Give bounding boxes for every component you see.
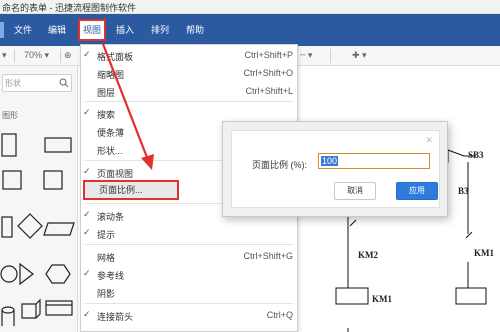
menu-item-label: 滚动条: [97, 212, 125, 222]
circuit-label-km1: KM1: [474, 248, 494, 258]
menu-item-layers[interactable]: 图层 Ctrl+Shift+L: [81, 83, 297, 99]
menu-edit[interactable]: 编辑: [48, 23, 66, 37]
menu-item-label: 参考线: [97, 271, 125, 281]
menu-item-label: 阴影: [97, 289, 116, 299]
dialog-body: ✕ 页面比例 (%): 100 取消 应用: [231, 130, 440, 208]
line-style-icon[interactable]: ╌ ▾: [300, 50, 312, 61]
relay-coil-km1[interactable]: [335, 287, 369, 305]
shape-circle[interactable]: [0, 265, 18, 283]
circuit-label-km2: KM2: [358, 250, 378, 260]
menu-item-label: 格式面板: [97, 52, 134, 62]
search-icon: [59, 78, 69, 88]
menu-item-format-panel[interactable]: ✓ 格式面板 Ctrl+Shift+P: [81, 47, 297, 63]
shape-rectangle[interactable]: [1, 133, 17, 157]
menu-item-guides[interactable]: ✓ 参考线: [81, 266, 297, 282]
circuit-label-km1-coil: KM1: [372, 294, 392, 304]
page-scale-value: 100: [321, 156, 339, 166]
menu-help[interactable]: 帮助: [186, 23, 204, 37]
cancel-button[interactable]: 取消: [334, 182, 376, 200]
menu-item-label: 搜索: [97, 110, 116, 120]
shape-document[interactable]: [45, 300, 73, 316]
menu-item-shadow[interactable]: 阴影: [81, 284, 297, 300]
menu-item-label: 页面视图: [97, 169, 134, 179]
menu-item-label: 页面比例...: [99, 185, 143, 195]
menu-item-label: 图层: [97, 88, 116, 98]
check-icon: ✓: [83, 309, 91, 319]
menu-bar: 文件 编辑 视图 插入 排列 帮助: [0, 14, 500, 46]
shape-cube[interactable]: [21, 298, 41, 319]
page-scale-label: 页面比例 (%):: [252, 160, 307, 170]
title-bar: 命名的表单 - 迅捷流程图制作软件: [0, 0, 500, 14]
menu-item-tooltips[interactable]: ✓ 提示: [81, 225, 297, 241]
menu-item-shortcut: Ctrl+Shift+L: [245, 86, 293, 96]
shape-square[interactable]: [2, 170, 22, 190]
close-icon[interactable]: ✕: [425, 135, 433, 146]
circuit-label-b3: B3: [458, 186, 469, 196]
menu-divider: [85, 101, 293, 102]
relay-coil[interactable]: [455, 287, 487, 305]
menu-item-label: 连接箭头: [97, 312, 134, 322]
shape-square[interactable]: [43, 170, 63, 190]
menu-item-connection-arrows[interactable]: ✓ 连接箭头 Ctrl+Q: [81, 307, 297, 323]
shape-rectangle[interactable]: [1, 216, 13, 238]
window-title: 命名的表单 - 迅捷流程图制作软件: [2, 3, 136, 13]
add-icon[interactable]: ✚ ▾: [352, 50, 367, 61]
check-icon: ✓: [83, 268, 91, 278]
shape-rectangle-wide[interactable]: [44, 137, 72, 153]
shape-panel: 形状 图形: [0, 66, 78, 332]
toolbar-divider: [330, 49, 331, 63]
zoom-in-icon[interactable]: ⊕: [64, 50, 72, 61]
apply-button[interactable]: 应用: [396, 182, 438, 200]
menu-item-search[interactable]: ✓ 搜索: [81, 105, 297, 121]
shape-triangle[interactable]: [19, 262, 34, 286]
shape-parallelogram[interactable]: [43, 222, 75, 236]
menu-divider: [85, 244, 293, 245]
menu-item-label: 提示: [97, 230, 116, 240]
zoom-select[interactable]: 70% ▾: [24, 50, 49, 61]
menu-arrange[interactable]: 排列: [151, 23, 169, 37]
menu-item-shortcut: Ctrl+Q: [266, 310, 293, 320]
search-placeholder: 形状: [5, 79, 21, 88]
page-view-icon[interactable]: ▾: [2, 50, 7, 61]
menu-view[interactable]: 视图: [78, 19, 107, 41]
menu-item-label: 网格: [97, 253, 116, 263]
menu-item-shortcut: Ctrl+Shift+G: [243, 251, 293, 261]
shape-gallery: [0, 126, 78, 332]
check-icon: ✓: [83, 227, 91, 237]
menu-item-grid[interactable]: 网格 Ctrl+Shift+G: [81, 248, 297, 264]
menu-item-shortcut: Ctrl+Shift+P: [244, 50, 293, 60]
page-scale-dialog: ✕ 页面比例 (%): 100 取消 应用: [222, 121, 448, 217]
shape-category-title: 图形: [2, 111, 18, 120]
menu-item-label: 形状...: [97, 146, 123, 156]
shape-diamond[interactable]: [17, 213, 43, 239]
menu-item-thumbnail[interactable]: 缩略图 Ctrl+Shift+O: [81, 65, 297, 81]
circuit-label-sb3: SB3: [468, 150, 484, 160]
toolbar-divider: [60, 49, 61, 63]
menu-item-page-scale[interactable]: 页面比例...: [83, 180, 179, 200]
zoom-value: 70%: [24, 50, 43, 60]
check-icon: ✓: [83, 166, 91, 176]
menu-divider: [85, 303, 293, 304]
menu-file[interactable]: 文件: [14, 23, 32, 37]
shape-hexagon[interactable]: [45, 264, 71, 284]
check-icon: ✓: [83, 107, 91, 117]
toolbar-divider: [14, 49, 15, 63]
check-icon: ✓: [83, 209, 91, 219]
menu-item-label: 便条薄: [97, 128, 125, 138]
check-icon: ✓: [83, 49, 91, 59]
menu-item-label: 缩略图: [97, 70, 125, 80]
shape-cylinder[interactable]: [1, 306, 15, 326]
shape-search-input[interactable]: 形状: [2, 74, 72, 92]
menu-insert[interactable]: 插入: [116, 23, 134, 37]
menu-item-shortcut: Ctrl+Shift+O: [243, 68, 293, 78]
app-logo-icon: [0, 22, 4, 38]
